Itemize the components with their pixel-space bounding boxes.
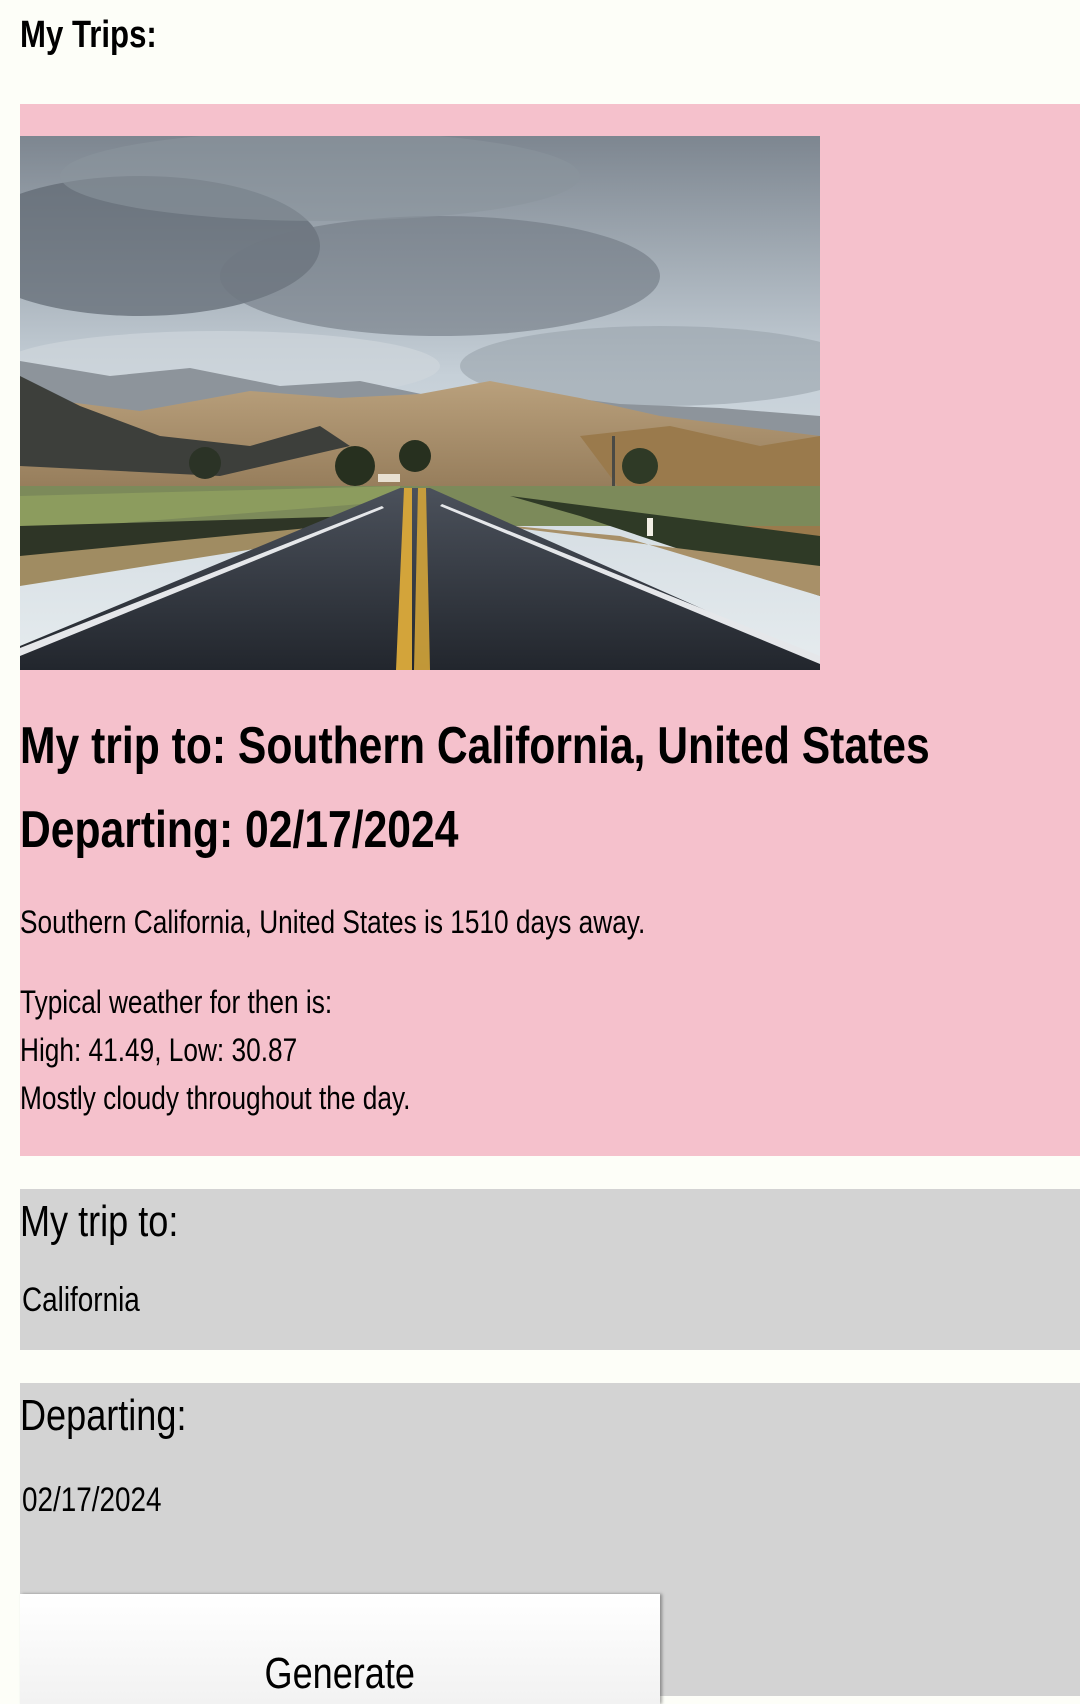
trip-departing-heading: Departing: 02/17/2024 xyxy=(20,801,459,859)
weather-temperatures: High: 41.49, Low: 30.87 xyxy=(20,1032,298,1068)
destination-form-section: My trip to: xyxy=(20,1189,1080,1350)
departing-label: Departing: xyxy=(20,1391,187,1440)
generate-button-label: Generate xyxy=(264,1649,416,1698)
trip-card: My trip to: Southern California, United … xyxy=(20,104,1080,1156)
weather-summary: Mostly cloudy throughout the day. xyxy=(20,1080,411,1116)
trip-photo xyxy=(20,136,820,670)
page-title: My Trips: xyxy=(20,14,157,56)
destination-label: My trip to: xyxy=(20,1197,179,1246)
trip-destination-heading: My trip to: Southern California, United … xyxy=(20,717,930,775)
weather-intro: Typical weather for then is: xyxy=(20,984,333,1020)
departing-date-input[interactable] xyxy=(22,1481,514,1520)
generate-button[interactable]: Generate xyxy=(20,1594,660,1704)
trip-countdown: Southern California, United States is 15… xyxy=(20,904,646,940)
destination-input[interactable] xyxy=(22,1281,514,1320)
